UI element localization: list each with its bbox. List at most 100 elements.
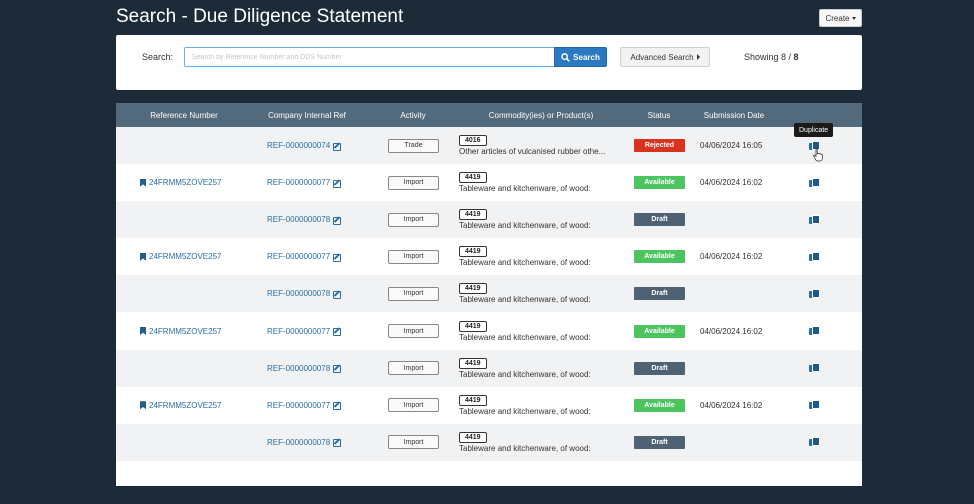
hs-code-badge: 4419 [459, 172, 487, 184]
activity-cell: Import [388, 350, 439, 387]
duplicate-button[interactable] [809, 238, 820, 275]
search-input[interactable] [184, 47, 555, 67]
status-badge: Draft [634, 361, 685, 375]
status-badge: Available [634, 398, 685, 412]
duplicate-icon [809, 214, 820, 225]
hs-code-badge: 4419 [459, 246, 487, 258]
status-badge: Rejected [634, 139, 685, 152]
hs-code-badge: 4419 [459, 357, 487, 369]
submission-date: 04/06/2024 16:05 [700, 141, 763, 150]
company-ref: REF-0000000077 [267, 178, 331, 188]
commodity-description: Tableware and kitchenware, of wood: [459, 295, 591, 305]
company-ref-link[interactable]: REF-0000000078 [267, 424, 342, 461]
edit-icon[interactable] [333, 327, 342, 336]
activity-cell: Import [388, 164, 439, 201]
caret-down-icon [851, 16, 856, 20]
table-row: REF-0000000078 Import 4419 Tableware and… [116, 349, 862, 387]
activity-cell: Import [388, 201, 439, 238]
activity-badge: Import [388, 286, 439, 301]
activity-badge: Import [388, 435, 439, 450]
duplicate-button[interactable] [809, 275, 820, 312]
duplicate-button[interactable] [809, 424, 820, 461]
activity-cell: Import [388, 387, 439, 424]
duplicate-button[interactable] [809, 201, 820, 238]
duplicate-icon [809, 288, 820, 299]
activity-cell: Import [388, 275, 439, 312]
status-badge: Draft [634, 435, 685, 449]
status-badge: Available [634, 176, 685, 190]
reference-number: 24FRMM5ZOVE257 [149, 252, 222, 262]
reference-number: 24FRMM5ZOVE257 [149, 178, 222, 188]
duplicate-icon [809, 177, 820, 188]
results-table: Reference Number Company Internal Ref Ac… [116, 103, 862, 486]
edit-icon[interactable] [333, 216, 342, 225]
duplicate-icon [809, 437, 820, 447]
commodity-description: Tableware and kitchenware, of wood: [459, 221, 591, 231]
status-cell: Draft [634, 424, 685, 461]
status-badge: Draft [634, 213, 685, 227]
page-title: Search - Due Diligence Statement [116, 6, 404, 27]
hs-code-badge: 4419 [459, 431, 487, 443]
reference-number-link[interactable]: 24FRMM5ZOVE257 [140, 387, 221, 424]
table-row: 24FRMM5ZOVE257 REF-0000000077 Import 441… [116, 164, 862, 201]
company-ref-link[interactable]: REF-0000000078 [267, 350, 342, 387]
company-ref-link[interactable]: REF-0000000074 [267, 127, 342, 164]
create-button[interactable]: Create [819, 9, 862, 27]
edit-icon[interactable] [333, 364, 342, 374]
activity-badge: Import [388, 249, 439, 264]
status-badge: Available [634, 324, 685, 338]
hs-code-badge: 4419 [459, 320, 487, 332]
table-row: REF-0000000078 Import 4419 Tableware and… [116, 275, 862, 313]
duplicate-button[interactable] [809, 313, 820, 350]
activity-badge: Import [388, 398, 439, 413]
activity-cell: Import [388, 238, 439, 275]
table-row: 24FRMM5ZOVE257 REF-0000000077 Import 441… [116, 387, 862, 424]
company-ref-link[interactable]: REF-0000000077 [267, 387, 342, 424]
duplicate-icon [809, 251, 820, 262]
duplicate-icon [809, 326, 820, 336]
results-count-prefix: Showing 8 / [744, 52, 792, 62]
reference-number-link[interactable]: 24FRMM5ZOVE257 [140, 238, 221, 275]
search-panel: Search: Search Advanced Search Showing 8… [116, 35, 862, 90]
commodity-description: Tableware and kitchenware, of wood: [459, 369, 591, 379]
duplicate-button[interactable] [809, 387, 820, 424]
edit-icon[interactable] [333, 438, 342, 448]
edit-icon[interactable] [333, 179, 342, 188]
hs-code-badge: 4419 [459, 394, 487, 406]
reference-number-link[interactable]: 24FRMM5ZOVE257 [140, 164, 221, 201]
submission-date: 04/06/2024 16:02 [700, 252, 763, 262]
reference-number: 24FRMM5ZOVE257 [149, 400, 222, 410]
duplicate-button[interactable] [809, 164, 820, 201]
company-ref-link[interactable]: REF-0000000078 [267, 275, 342, 312]
company-ref-link[interactable]: REF-0000000077 [267, 238, 342, 275]
bookmark-icon [140, 178, 146, 187]
header-submission-date: Submission Date [703, 110, 765, 120]
advanced-search-button[interactable]: Advanced Search [620, 47, 710, 67]
company-ref-link[interactable]: REF-0000000077 [267, 313, 342, 350]
table-row: 24FRMM5ZOVE257 REF-0000000077 Import 441… [116, 238, 862, 275]
edit-icon[interactable] [333, 290, 342, 299]
edit-icon[interactable] [333, 142, 342, 151]
company-ref-link[interactable]: REF-0000000077 [267, 164, 342, 201]
header-company-ref: Company Internal Ref [268, 110, 346, 120]
submission-date: 04/06/2024 16:02 [700, 326, 763, 336]
duplicate-button[interactable] [809, 350, 820, 387]
reference-number-link[interactable]: 24FRMM5ZOVE257 [140, 313, 221, 350]
commodity-cell: 4419 Tableware and kitchenware, of wood: [459, 275, 591, 312]
edit-icon[interactable] [333, 253, 342, 262]
search-button[interactable]: Search [554, 47, 607, 67]
activity-cell: Import [388, 313, 439, 350]
duplicate-tooltip: Duplicate [794, 123, 834, 137]
status-cell: Available [634, 313, 685, 350]
submission-date: 04/06/2024 16:02 [700, 178, 763, 188]
status-cell: Draft [634, 275, 685, 312]
hs-code-badge: 4419 [459, 209, 487, 221]
submission-date: 04/06/2024 16:02 [700, 400, 763, 410]
company-ref: REF-0000000077 [267, 400, 331, 410]
company-ref-link[interactable]: REF-0000000078 [267, 201, 342, 238]
status-cell: Available [634, 238, 685, 275]
activity-cell: Import [388, 424, 439, 461]
commodity-description: Tableware and kitchenware, of wood: [459, 258, 591, 268]
bookmark-icon [140, 327, 146, 335]
edit-icon[interactable] [333, 401, 342, 411]
